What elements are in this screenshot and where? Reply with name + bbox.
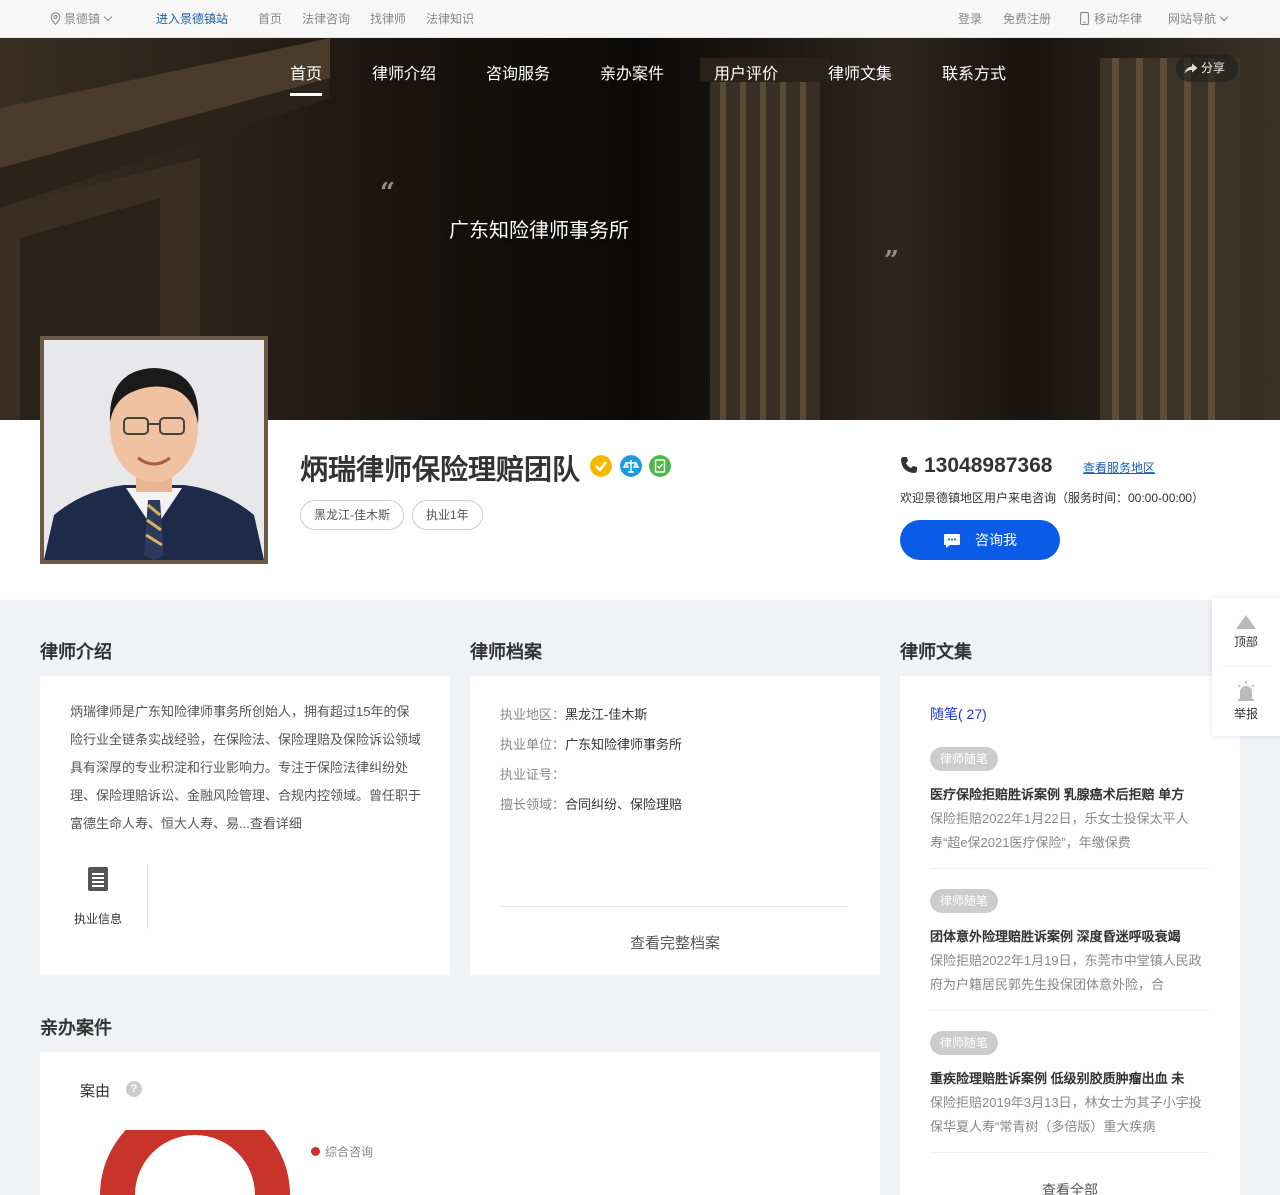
document-icon[interactable] [88, 867, 108, 891]
divider [930, 868, 1210, 869]
location-pin-icon [50, 12, 61, 25]
chat-icon [944, 534, 960, 548]
main-nav: 首页 律师介绍 咨询服务 亲办案件 用户评价 律师文集 联系方式 [0, 60, 1280, 100]
article-title[interactable]: 医疗保险拒赔胜诉案例 乳腺癌术后拒赔 单方 [930, 784, 1210, 803]
site-nav-label: 网站导航 [1168, 12, 1217, 26]
arrow-up-icon [1236, 615, 1256, 629]
section-title-cases: 亲办案件 [40, 1018, 112, 1038]
floating-toolbar: 顶部 举报 [1212, 598, 1280, 736]
consult-button[interactable]: 咨询我 [900, 520, 1060, 560]
archive-row-expertise: 擅长领域：合同纠纷、保险理赔 [500, 794, 682, 813]
consult-label: 咨询我 [975, 532, 1017, 548]
archive-row-license: 执业证号： [500, 764, 565, 783]
top-link-consult[interactable]: 法律咨询 [302, 12, 350, 26]
welcome-text: 欢迎景德镇地区用户来电咨询（服务时间：00:00-00:00） [900, 491, 1205, 505]
article-tag: 律师随笔 [930, 747, 999, 771]
case-donut-chart [100, 1130, 290, 1195]
lawyer-name: 炳瑞律师保险理赔团队 [300, 454, 581, 485]
share-label: 分享 [1201, 61, 1226, 75]
service-area-link[interactable]: 查看服务地区 [1083, 459, 1155, 476]
article-summary: 保险拒赔2022年1月22日，乐女士投保太平人寿“超e保2021医疗保险”，年缴… [930, 811, 1189, 850]
site-nav-dropdown[interactable]: 网站导航 [1168, 12, 1229, 26]
top-link-home[interactable]: 首页 [258, 12, 282, 26]
help-icon[interactable]: ? [126, 1081, 142, 1097]
back-to-top-button[interactable]: 顶部 [1212, 614, 1280, 650]
report-button[interactable]: 举报 [1212, 680, 1280, 722]
archive-key: 擅长领域： [500, 797, 566, 812]
section-title-intro: 律师介绍 [40, 642, 112, 662]
lawyer-portrait [44, 340, 264, 560]
archive-key: 执业地区： [500, 707, 566, 722]
practice-info-label[interactable]: 执业信息 [74, 910, 122, 927]
archive-value: 广东知险律师事务所 [565, 737, 683, 752]
article-title[interactable]: 团体意外险理赔胜诉案例 深度昏迷呼吸衰竭 [930, 926, 1210, 945]
tag-region: 黑龙江-佳木斯 [300, 500, 404, 530]
section-title-articles: 律师文集 [900, 642, 972, 662]
report-label: 举报 [1233, 707, 1258, 721]
open-quote-icon: “ [380, 178, 395, 208]
alarm-icon [1237, 681, 1255, 701]
legend-label: 综合咨询 [325, 1145, 374, 1159]
chevron-down-icon [1219, 12, 1229, 22]
divider [930, 1152, 1210, 1153]
avatar [40, 336, 268, 564]
nav-lawyer-intro[interactable]: 律师介绍 [372, 60, 436, 84]
archive-value: 黑龙江-佳木斯 [565, 707, 648, 722]
register-link[interactable]: 免费注册 [1003, 12, 1051, 26]
location-switcher[interactable]: 景德镇 [50, 12, 113, 26]
mobile-label: 移动华律 [1094, 12, 1143, 26]
chevron-down-icon [103, 12, 113, 22]
phone-call-icon [901, 457, 917, 473]
verified-badge-icon [590, 455, 612, 477]
phone-value: 13048987368 [924, 454, 1053, 477]
divider [1222, 666, 1270, 667]
nav-articles[interactable]: 律师文集 [828, 60, 892, 84]
article-summary: 保险拒赔2022年1月19日，东莞市中堂镇人民政府为户籍居民郭先生投保团体意外险… [930, 953, 1202, 992]
archive-row-firm: 执业单位：广东知险律师事务所 [500, 734, 682, 753]
enter-site-link[interactable]: 进入景德镇站 [156, 12, 228, 26]
scale-badge-icon [620, 455, 642, 477]
divider [500, 906, 848, 907]
back-to-top-label: 顶部 [1233, 635, 1258, 649]
divider [147, 864, 148, 930]
mobile-link[interactable]: 移动华律 [1080, 12, 1142, 26]
nav-reviews[interactable]: 用户评价 [714, 60, 778, 84]
login-link[interactable]: 登录 [958, 12, 982, 26]
case-cause-label: 案由 [80, 1083, 111, 1100]
archive-key: 执业证号： [500, 767, 566, 782]
article-tag: 律师随笔 [930, 1031, 999, 1055]
share-icon [1184, 63, 1198, 74]
article-tag: 律师随笔 [930, 889, 999, 913]
share-button[interactable]: 分享 [1176, 54, 1238, 82]
legend-dot [311, 1147, 320, 1156]
divider [930, 1010, 1210, 1011]
close-quote-icon: ” [884, 246, 899, 276]
donut-segment [100, 1130, 290, 1195]
archive-key: 执业单位： [500, 737, 566, 752]
location-label: 景德镇 [64, 12, 101, 26]
nav-cases[interactable]: 亲办案件 [600, 60, 664, 84]
view-all-articles-link[interactable]: 查看全部 [900, 1180, 1240, 1195]
article-category-link[interactable]: 随笔( 27) [930, 704, 987, 724]
phone-number: 13048987368 [900, 454, 1052, 478]
intro-text[interactable]: 炳瑞律师是广东知险律师事务所创始人，拥有超过15年的保险行业全链条实战经验，在保… [70, 698, 422, 838]
archive-row-region: 执业地区：黑龙江-佳木斯 [500, 704, 647, 723]
article-summary: 保险拒赔2019年3月13日，林女士为其子小宇投保华夏人寿“常青树（多倍版）重大… [930, 1095, 1202, 1134]
top-bar: 景德镇 进入景德镇站 首页 法律咨询 找律师 法律知识 登录 免费注册 移动华律… [0, 0, 1280, 38]
hero-firm-name: 广东知险律师事务所 [449, 220, 629, 242]
top-link-knowledge[interactable]: 法律知识 [426, 12, 474, 26]
section-title-archive: 律师档案 [470, 642, 542, 662]
nav-home[interactable]: 首页 [290, 60, 323, 96]
view-full-archive-link[interactable]: 查看完整档案 [470, 932, 880, 953]
top-link-find-lawyer[interactable]: 找律师 [370, 12, 406, 26]
license-badge-icon [649, 455, 671, 477]
phone-icon [1080, 12, 1089, 25]
archive-value: 合同纠纷、保险理赔 [565, 797, 683, 812]
article-title[interactable]: 重疾险理赔胜诉案例 低级别胶质肿瘤出血 未 [930, 1068, 1210, 1087]
tag-practice-years: 执业1年 [412, 500, 483, 530]
nav-contact[interactable]: 联系方式 [942, 60, 1006, 84]
nav-consult-service[interactable]: 咨询服务 [486, 60, 550, 84]
